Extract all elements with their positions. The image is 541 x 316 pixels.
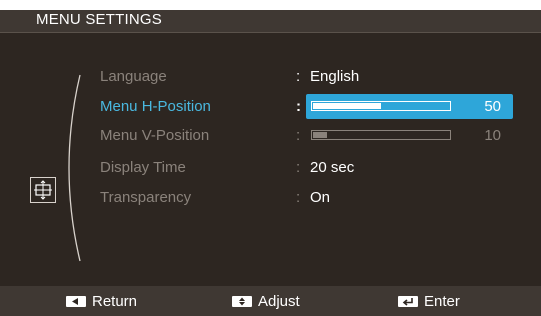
- separator: :: [296, 189, 301, 206]
- enter-key-icon: [398, 296, 418, 307]
- menu-item-label: Menu H-Position: [100, 98, 211, 115]
- language-value: English: [310, 68, 360, 85]
- menu-item-label: Menu V-Position: [100, 127, 210, 144]
- key-guide-bar: Return Adjust Enter: [0, 286, 541, 316]
- title-bar: MENU SETTINGS: [0, 10, 541, 33]
- menu-area: Language : English Menu H-Position : 50 …: [0, 33, 541, 283]
- v-position-value: 10: [484, 127, 501, 144]
- menu-item-h-position[interactable]: Menu H-Position : 50: [0, 93, 541, 119]
- menu-item-display-time[interactable]: Display Time : 20 sec: [0, 154, 541, 180]
- menu-item-label: Display Time: [100, 159, 186, 176]
- h-position-value: 50: [484, 98, 501, 115]
- transparency-value: On: [310, 189, 331, 206]
- return-hint[interactable]: Return: [66, 293, 137, 310]
- adjust-label: Adjust: [258, 293, 300, 310]
- slider-fill: [313, 132, 327, 138]
- menu-item-v-position[interactable]: Menu V-Position : 10: [0, 122, 541, 148]
- menu-item-language[interactable]: Language : English: [0, 63, 541, 89]
- h-position-slider[interactable]: [311, 101, 451, 111]
- menu-item-label: Transparency: [100, 189, 192, 206]
- separator: :: [296, 159, 301, 176]
- slider-fill: [313, 103, 381, 109]
- display-time-value: 20 sec: [310, 159, 355, 176]
- separator: :: [296, 127, 301, 144]
- osd-window: MENU SETTINGS Language : English Menu H-…: [0, 10, 541, 316]
- separator: :: [296, 98, 301, 115]
- left-arrow-key-icon: [66, 296, 86, 307]
- menu-item-label: Language: [100, 68, 167, 85]
- return-label: Return: [92, 293, 138, 310]
- adjust-hint[interactable]: Adjust: [232, 293, 300, 310]
- page-title: MENU SETTINGS: [36, 11, 162, 28]
- up-down-key-icon: [232, 296, 252, 307]
- menu-item-transparency[interactable]: Transparency : On: [0, 184, 541, 210]
- separator: :: [296, 68, 301, 85]
- enter-label: Enter: [424, 293, 460, 310]
- v-position-slider[interactable]: [311, 130, 451, 140]
- enter-hint[interactable]: Enter: [398, 293, 460, 310]
